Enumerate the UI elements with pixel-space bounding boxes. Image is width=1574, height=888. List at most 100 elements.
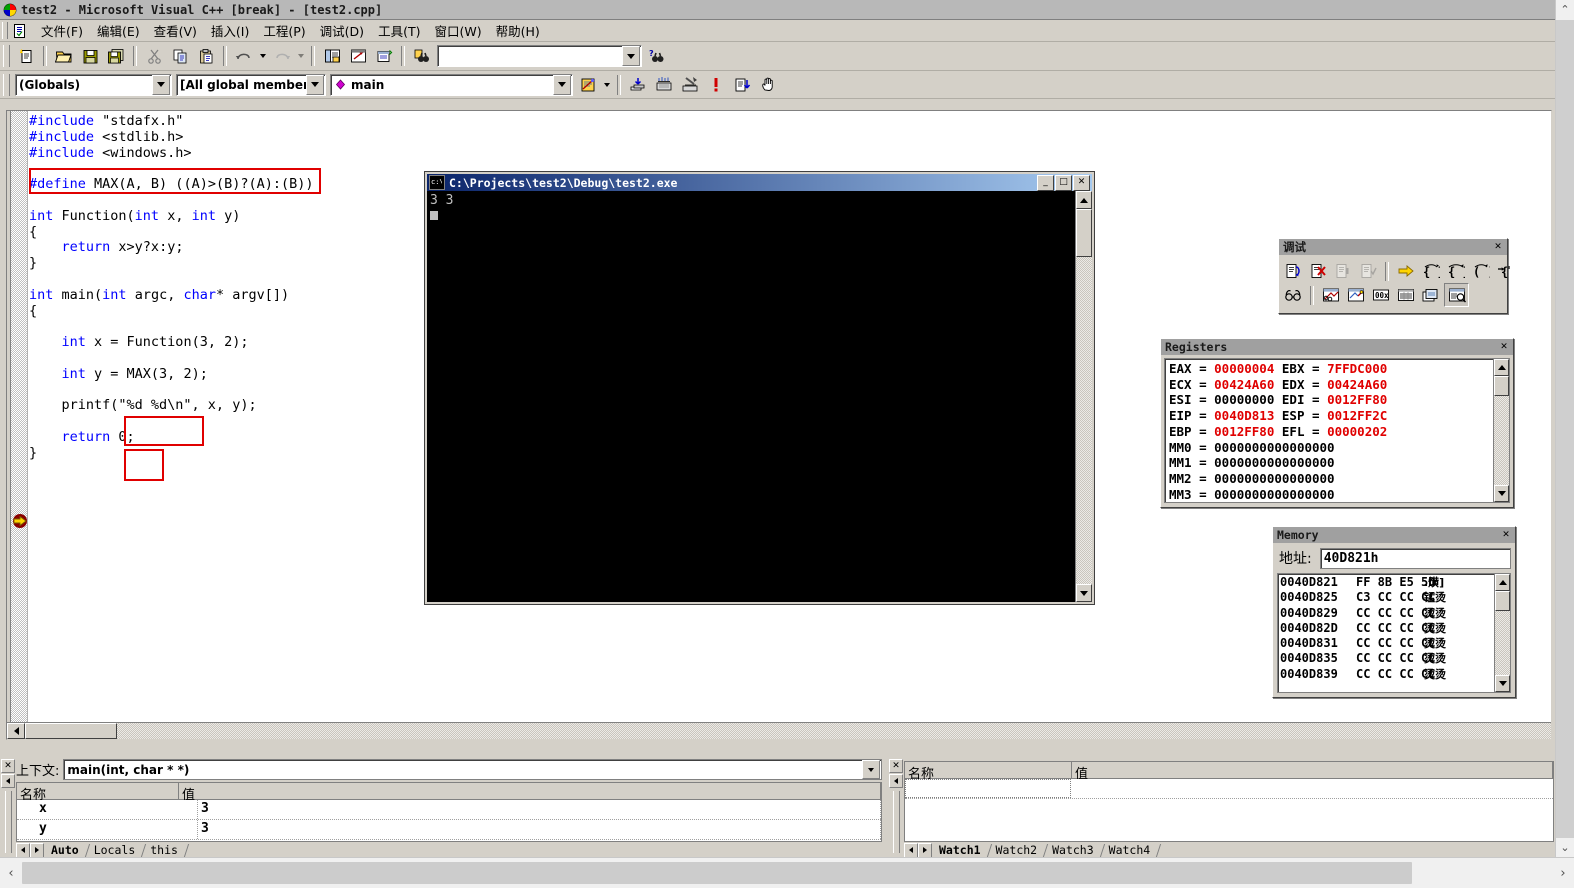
glasses-quickwatch-icon[interactable] [1282, 284, 1305, 306]
build-icon[interactable] [652, 73, 676, 96]
copy-button[interactable] [168, 45, 192, 68]
menu-tools[interactable]: 工具(T) [371, 19, 427, 42]
registers-panel[interactable]: Registers ✕ EAX = 00000004 EBX = 7FFDC00… [1160, 338, 1514, 508]
question-binoculars-icon[interactable]: ? [645, 45, 669, 68]
step-into-icon[interactable]: { } [1419, 260, 1442, 282]
memory-window-icon[interactable] [1394, 284, 1417, 306]
menu-edit[interactable]: 编辑(E) [90, 19, 147, 42]
watch-window-icon[interactable] [1319, 284, 1342, 306]
variables-tabs-next-button[interactable] [30, 842, 44, 858]
chevron-right-icon[interactable]: › [1552, 866, 1574, 881]
output-window-icon[interactable] [346, 45, 370, 68]
variables-pane-dock-button[interactable] [1, 774, 15, 788]
menu-debug[interactable]: 调试(D) [313, 19, 371, 42]
watch-grid[interactable]: 名称 值 [904, 761, 1554, 842]
variables-pane[interactable]: ✕ 上下文: main(int, char * *) 名称 值 x 3 y 3 … [0, 757, 884, 858]
undo-button[interactable] [232, 45, 256, 68]
tab-watch3[interactable]: Watch3 [1047, 843, 1101, 857]
console-window[interactable]: c:\ C:\Projects\test2\Debug\test2.exe _ … [424, 171, 1095, 605]
watch-pane-grip[interactable] [892, 791, 900, 853]
source-code[interactable]: #include "stdafx.h" #include <stdlib.h> #i… [29, 113, 313, 462]
console-body[interactable]: 3 3 [427, 191, 1092, 602]
menu-project[interactable]: 工程(P) [256, 19, 312, 42]
console-close-button[interactable]: ✕ [1073, 174, 1090, 191]
open-button[interactable] [52, 45, 76, 68]
watch-name-cell[interactable] [905, 779, 1071, 798]
memory-panel[interactable]: Memory ✕ 地址: 40D821h 0040D821 FF 8B E5 5D… [1272, 526, 1516, 698]
memory-scroll-up-button[interactable] [1495, 574, 1510, 591]
disassembly-icon[interactable] [1444, 283, 1469, 307]
find-dropdown-button[interactable] [622, 46, 640, 66]
console-scroll-up-button[interactable] [1076, 191, 1092, 209]
registers-vertical-scrollbar[interactable] [1493, 359, 1509, 502]
hand-breakpoint-icon[interactable] [756, 73, 780, 96]
variables-column-name[interactable]: 名称 [17, 783, 179, 803]
tab-this[interactable]: this [145, 843, 185, 857]
tab-watch1[interactable]: Watch1 [934, 843, 988, 857]
exclamation-run-icon[interactable] [704, 73, 728, 96]
console-vertical-scrollbar[interactable] [1075, 191, 1092, 602]
tab-watch4[interactable]: Watch4 [1104, 843, 1158, 857]
find-combo[interactable] [437, 45, 642, 67]
menu-view[interactable]: 查看(V) [147, 19, 204, 42]
members-combo-dropdown-button[interactable] [306, 74, 324, 95]
viewer-hscroll-track[interactable] [1412, 862, 1552, 884]
editor-gutter[interactable] [7, 111, 28, 739]
editor-horizontal-scrollbar[interactable] [7, 722, 1551, 739]
compile-icon[interactable] [626, 73, 650, 96]
editor-scroll-left-button[interactable] [7, 723, 25, 739]
scope-combo[interactable]: (Globals) [15, 73, 172, 96]
break-execution-icon[interactable] [1332, 260, 1355, 282]
binoculars-files-icon[interactable] [410, 45, 434, 68]
viewer-horizontal-scrollbar[interactable]: ‹ › [0, 857, 1574, 888]
console-minimize-button[interactable]: _ [1037, 174, 1054, 191]
registers-body[interactable]: EAX = 00000004 EBX = 7FFDC000 ECX = 00424… [1164, 358, 1510, 503]
editor-hscroll-thumb[interactable] [25, 723, 117, 739]
memory-body[interactable]: 0040D821 FF 8B E5 5D .熿] 0040D825 C3 CC CC C… [1277, 573, 1511, 693]
tab-auto[interactable]: Auto [46, 843, 86, 857]
menu-help[interactable]: 帮助(H) [489, 19, 547, 42]
debug-toolbar-close-button[interactable]: ✕ [1491, 240, 1505, 254]
workspace-window-icon[interactable] [320, 45, 344, 68]
undo-dropdown-arrow-icon[interactable] [257, 45, 269, 68]
memory-address-input[interactable]: 40D821h [1319, 547, 1511, 569]
step-over-icon[interactable]: { } [1444, 260, 1467, 282]
variables-window-icon[interactable] [1344, 284, 1367, 306]
apply-code-changes-icon[interactable] [1357, 260, 1380, 282]
wizardbar-grip[interactable] [3, 73, 10, 96]
variables-tabs-prev-button[interactable] [16, 842, 30, 858]
context-combo[interactable]: main(int, char * *) [63, 759, 882, 780]
watch-tabs-prev-button[interactable] [904, 842, 918, 858]
chevron-down-icon[interactable]: ⌄ [1556, 838, 1574, 858]
run-to-cursor-icon[interactable]: { } [1494, 260, 1517, 282]
registers-vscroll-track[interactable] [1494, 396, 1509, 485]
function-combo[interactable]: main [330, 73, 573, 96]
yellow-arrow-icon[interactable] [1394, 260, 1417, 282]
debug-toolbar-panel[interactable]: 调试 ✕ {{({00x [1278, 238, 1515, 314]
menubar-grip[interactable] [2, 22, 8, 39]
members-combo[interactable]: [All global members] [176, 73, 326, 96]
redo-dropdown-arrow-icon[interactable] [295, 45, 307, 68]
variables-pane-grip[interactable] [4, 791, 12, 853]
window-list-icon[interactable] [372, 45, 396, 68]
registers-scroll-up-button[interactable] [1494, 359, 1509, 376]
console-vscroll-track[interactable] [1076, 257, 1092, 584]
context-combo-dropdown-button[interactable] [862, 760, 880, 779]
standard-toolbar-grip[interactable] [3, 45, 10, 67]
scope-combo-dropdown-button[interactable] [152, 74, 170, 95]
table-row[interactable] [905, 779, 1553, 799]
memory-vscroll-thumb[interactable] [1495, 591, 1510, 611]
variables-grid[interactable]: 名称 值 x3y3 [16, 782, 882, 842]
console-scroll-down-button[interactable] [1076, 584, 1092, 602]
tab-locals[interactable]: Locals [89, 843, 143, 857]
cut-button[interactable] [142, 45, 166, 68]
memory-scroll-down-button[interactable] [1495, 675, 1510, 692]
stop-debug-icon[interactable] [1307, 260, 1330, 282]
save-all-button[interactable] [104, 45, 128, 68]
watch-tabs-next-button[interactable] [918, 842, 932, 858]
console-output-area[interactable]: 3 3 [427, 191, 1075, 602]
memory-vertical-scrollbar[interactable] [1494, 574, 1510, 692]
call-stack-icon[interactable] [1419, 284, 1442, 306]
registers-scroll-down-button[interactable] [1494, 485, 1509, 502]
wizard-action-icon[interactable] [576, 73, 600, 96]
